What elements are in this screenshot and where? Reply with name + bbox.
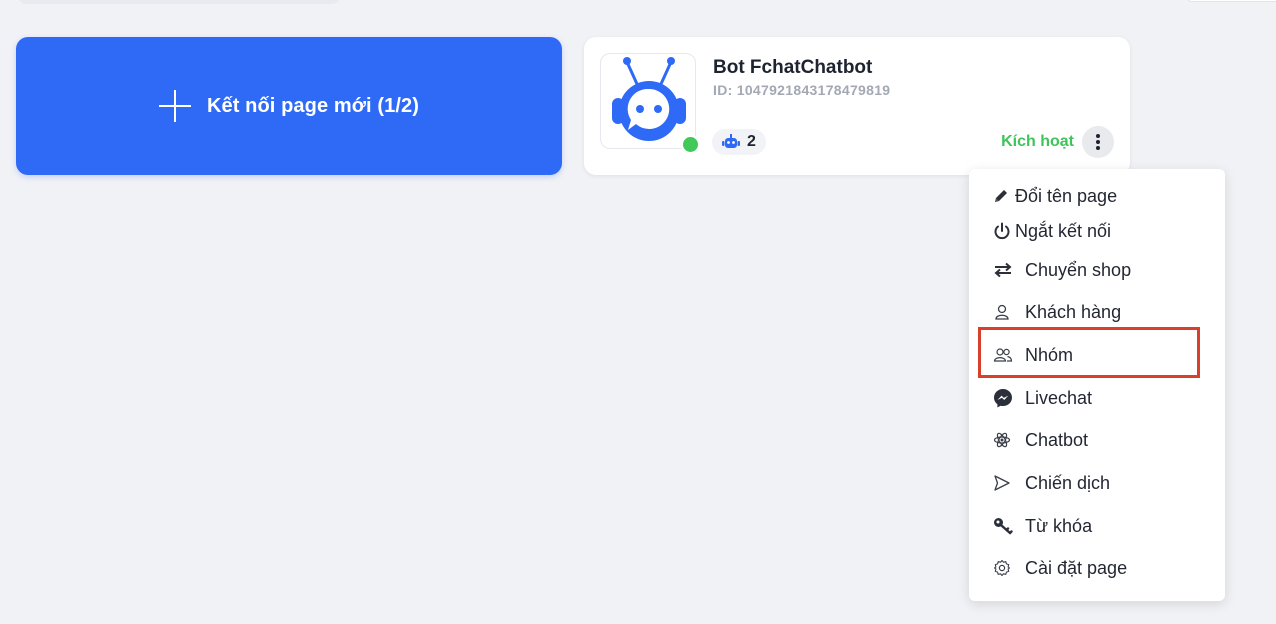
settings-icon xyxy=(993,557,1025,579)
menu-item-change-shop[interactable]: Chuyển shop xyxy=(993,257,1131,283)
plus-icon xyxy=(158,90,191,122)
connect-new-page-button[interactable]: Kết nối page mới (1/2) xyxy=(16,37,562,175)
more-options-button[interactable] xyxy=(1082,126,1114,158)
top-bar-fragment xyxy=(18,0,340,4)
connect-new-page-label: Kết nối page mới (1/2) xyxy=(206,94,419,117)
top-right-fragment xyxy=(1186,0,1276,2)
power-icon xyxy=(993,220,1015,242)
online-status-dot xyxy=(681,135,700,154)
menu-item-label: Livechat xyxy=(1025,387,1093,408)
menu-item-label: Chatbot xyxy=(1025,429,1089,450)
user-icon xyxy=(993,301,1025,323)
page-card: Bot FchatChatbot ID: 1047921843178479819… xyxy=(584,37,1130,175)
menu-item-rename-page[interactable]: Đổi tên page xyxy=(993,183,1117,209)
menu-item-groups[interactable]: Nhóm xyxy=(993,342,1073,368)
menu-item-label: Chuyển shop xyxy=(1025,259,1132,280)
bot-count: 2 xyxy=(747,133,756,150)
page-id: ID: 1047921843178479819 xyxy=(713,82,891,98)
menu-item-label: Cài đặt page xyxy=(1025,557,1128,578)
menu-item-livechat[interactable]: Livechat xyxy=(993,385,1092,411)
swap-arrows-icon xyxy=(993,259,1025,281)
menu-item-page-settings[interactable]: Cài đặt page xyxy=(993,555,1127,581)
vertical-dots-icon xyxy=(1096,134,1100,150)
page-options-menu: Đổi tên page Ngắt kết nối Chuyển shop Kh… xyxy=(969,169,1225,601)
pencil-icon xyxy=(993,185,1015,207)
page-avatar xyxy=(600,53,696,149)
menu-item-disconnect[interactable]: Ngắt kết nối xyxy=(993,218,1111,244)
menu-item-keywords[interactable]: Từ khóa xyxy=(993,513,1092,539)
page-name: Bot FchatChatbot xyxy=(713,57,873,78)
menu-item-customers[interactable]: Khách hàng xyxy=(993,299,1121,325)
robot-icon xyxy=(722,134,740,148)
menu-item-campaigns[interactable]: Chiến dịch xyxy=(993,470,1110,496)
menu-item-label: Đổi tên page xyxy=(1015,185,1118,206)
menu-item-label: Từ khóa xyxy=(1025,515,1093,536)
activate-link[interactable]: Kích hoạt xyxy=(1001,133,1074,151)
menu-item-label: Chiến dịch xyxy=(1025,472,1111,493)
users-icon xyxy=(993,344,1025,366)
bot-count-badge: 2 xyxy=(712,129,766,155)
messenger-icon xyxy=(993,387,1025,409)
menu-item-label: Khách hàng xyxy=(1025,301,1122,322)
send-icon xyxy=(993,472,1025,494)
key-icon xyxy=(993,515,1025,537)
robot-logo-icon xyxy=(612,57,686,141)
atom-icon xyxy=(993,429,1025,451)
menu-item-label: Nhóm xyxy=(1025,344,1074,365)
menu-item-label: Ngắt kết nối xyxy=(1015,220,1112,241)
menu-item-chatbot[interactable]: Chatbot xyxy=(993,427,1088,453)
